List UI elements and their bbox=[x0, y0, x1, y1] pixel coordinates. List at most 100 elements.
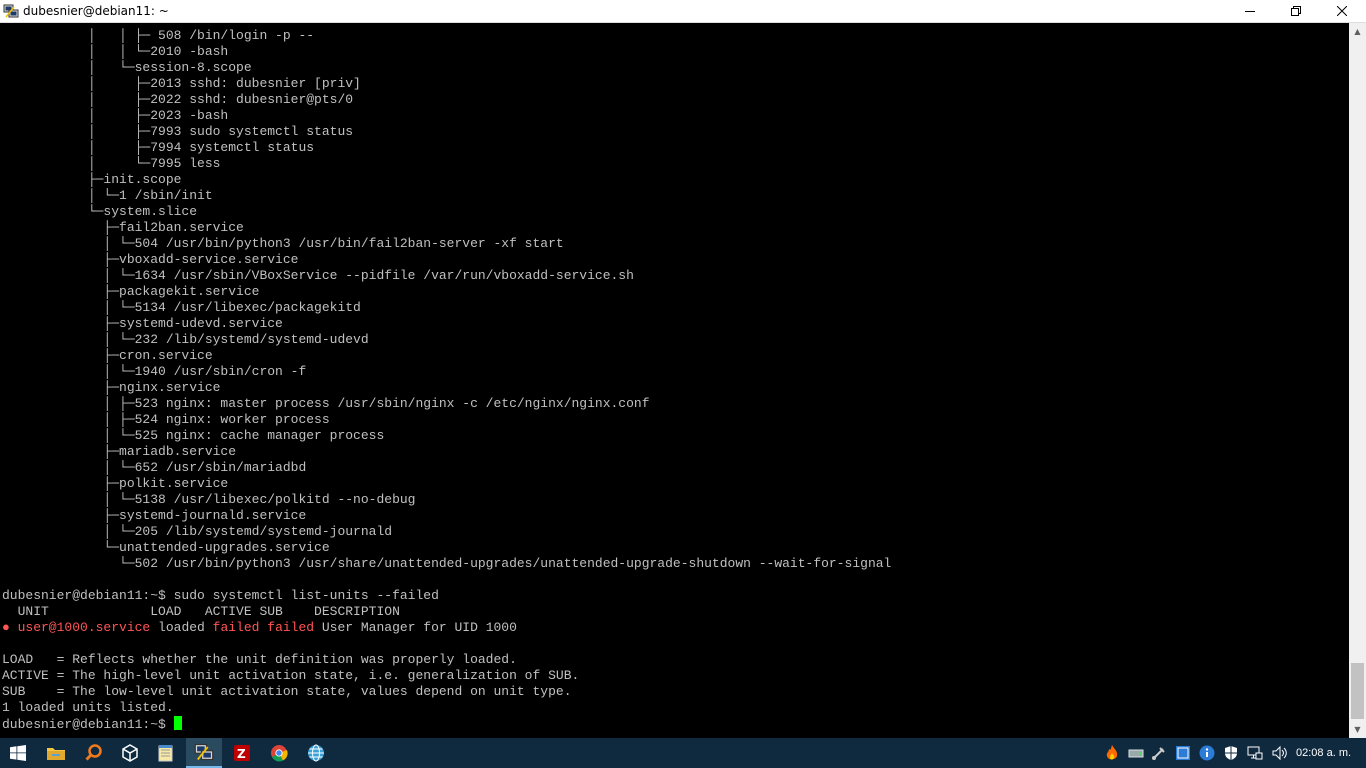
terminal-text: │ ├─7994 systemctl status bbox=[2, 140, 315, 155]
tray-usb-icon[interactable] bbox=[1151, 745, 1167, 761]
minimize-icon bbox=[1245, 11, 1255, 12]
terminal-line: dubesnier@debian11:~$ bbox=[2, 716, 891, 732]
terminal-text: │ └─5138 /usr/libexec/polkitd --no-debug bbox=[2, 492, 416, 507]
start-button[interactable] bbox=[0, 738, 36, 768]
tray-flame-icon[interactable] bbox=[1104, 745, 1120, 761]
svg-text:Z: Z bbox=[237, 747, 246, 761]
terminal-text: │ └─1634 /usr/sbin/VBoxService --pidfile… bbox=[2, 268, 634, 283]
terminal-text: │ ├─523 nginx: master process /usr/sbin/… bbox=[2, 396, 650, 411]
terminal-line: │ │ └─2010 -bash bbox=[2, 44, 891, 60]
close-button[interactable] bbox=[1319, 0, 1365, 22]
terminal-line: 1 loaded units listed. bbox=[2, 700, 891, 716]
terminal-text: LOAD = Reflects whether the unit definit… bbox=[2, 652, 517, 667]
terminal-line: │ └─5138 /usr/libexec/polkitd --no-debug bbox=[2, 492, 891, 508]
terminal-line: │ ├─2013 sshd: dubesnier [priv] bbox=[2, 76, 891, 92]
terminal-text: ● user@1000.service bbox=[2, 620, 151, 635]
filezilla-icon: Z bbox=[234, 745, 250, 761]
close-icon bbox=[1337, 6, 1347, 16]
terminal-line: │ └─7995 less bbox=[2, 156, 891, 172]
terminal-text: │ └─1 /sbin/init bbox=[2, 188, 213, 203]
terminal-line: LOAD = Reflects whether the unit definit… bbox=[2, 652, 891, 668]
terminal-text: │ └─205 /lib/systemd/systemd-journald bbox=[2, 524, 393, 539]
terminal-line: ACTIVE = The high-level unit activation … bbox=[2, 668, 891, 684]
taskbar-file-explorer[interactable] bbox=[38, 738, 74, 768]
globe-icon bbox=[308, 744, 324, 762]
putty-app-icon[interactable] bbox=[3, 3, 19, 19]
terminal-line: │ ├─2022 sshd: dubesnier@pts/0 bbox=[2, 92, 891, 108]
terminal-line: ├─cron.service bbox=[2, 348, 891, 364]
terminal-line: │ ├─7993 sudo systemctl status bbox=[2, 124, 891, 140]
taskbar-virtualbox[interactable] bbox=[112, 738, 148, 768]
terminal-line: dubesnier@debian11:~$ sudo systemctl lis… bbox=[2, 588, 891, 604]
taskbar-notepad[interactable] bbox=[148, 738, 184, 768]
windows-logo-icon bbox=[10, 745, 26, 761]
taskbar-putty-active[interactable] bbox=[186, 738, 222, 768]
terminal-text: loaded bbox=[150, 620, 213, 635]
terminal-line: └─system.slice bbox=[2, 204, 891, 220]
restore-icon bbox=[1291, 6, 1301, 16]
terminal-line: ├─vboxadd-service.service bbox=[2, 252, 891, 268]
taskbar-search[interactable] bbox=[76, 738, 112, 768]
scroll-down-arrow-icon[interactable]: ▼ bbox=[1349, 721, 1366, 738]
terminal-text: │ │ ├─ 508 /bin/login -p -- bbox=[2, 28, 315, 43]
virtualbox-icon bbox=[122, 744, 138, 762]
terminal-line: ├─polkit.service bbox=[2, 476, 891, 492]
taskbar-chrome[interactable] bbox=[261, 738, 297, 768]
terminal-text: ├─nginx.service bbox=[2, 380, 221, 395]
scrollbar-thumb[interactable] bbox=[1351, 663, 1364, 719]
taskbar-filezilla[interactable]: Z bbox=[224, 738, 260, 768]
terminal-text: │ └─232 /lib/systemd/systemd-udevd bbox=[2, 332, 369, 347]
terminal-text: 1 loaded units listed. bbox=[2, 700, 174, 715]
terminal-line: │ ├─524 nginx: worker process bbox=[2, 412, 891, 428]
taskbar-network-app[interactable] bbox=[298, 738, 334, 768]
terminal-text: ACTIVE = The high-level unit activation … bbox=[2, 668, 580, 683]
terminal-text: │ └─session-8.scope bbox=[2, 60, 252, 75]
terminal-line: └─502 /usr/bin/python3 /usr/share/unatte… bbox=[2, 556, 891, 572]
tray-shield-icon[interactable] bbox=[1223, 745, 1239, 761]
terminal-text: └─502 /usr/bin/python3 /usr/share/unatte… bbox=[2, 556, 892, 571]
tray-info-icon[interactable] bbox=[1199, 745, 1215, 761]
scroll-up-arrow-icon[interactable]: ▲ bbox=[1349, 23, 1366, 40]
terminal-line: ├─systemd-journald.service bbox=[2, 508, 891, 524]
terminal-line: │ └─652 /usr/sbin/mariadbd bbox=[2, 460, 891, 476]
terminal-output: │ │ ├─ 508 /bin/login -p -- │ │ └─2010 -… bbox=[2, 28, 891, 732]
tray-drive-icon[interactable] bbox=[1128, 745, 1144, 761]
window-title: dubesnier@debian11: ~ bbox=[23, 4, 169, 18]
tray-network-icon[interactable] bbox=[1247, 745, 1263, 761]
terminal-line: └─unattended-upgrades.service bbox=[2, 540, 891, 556]
terminal-line: │ │ ├─ 508 /bin/login -p -- bbox=[2, 28, 891, 44]
terminal-text: ├─polkit.service bbox=[2, 476, 229, 491]
terminal-line: UNIT LOAD ACTIVE SUB DESCRIPTION bbox=[2, 604, 891, 620]
terminal-text: └─unattended-upgrades.service bbox=[2, 540, 330, 555]
terminal-text: User Manager for UID 1000 bbox=[314, 620, 517, 635]
tray-volume-icon[interactable] bbox=[1271, 745, 1287, 761]
tray-virtualbox-icon[interactable] bbox=[1175, 745, 1191, 761]
terminal-text: │ ├─2023 -bash bbox=[2, 108, 229, 123]
terminal-line: ● user@1000.service loaded failed failed… bbox=[2, 620, 891, 636]
terminal-text: ├─packagekit.service bbox=[2, 284, 260, 299]
terminal-text: ├─init.scope bbox=[2, 172, 182, 187]
minimize-button[interactable] bbox=[1227, 0, 1273, 22]
terminal-text: │ └─7995 less bbox=[2, 156, 221, 171]
restore-button[interactable] bbox=[1273, 0, 1319, 22]
terminal-area[interactable]: │ │ ├─ 508 /bin/login -p -- │ │ └─2010 -… bbox=[0, 23, 1349, 738]
terminal-line: │ └─525 nginx: cache manager process bbox=[2, 428, 891, 444]
terminal-text: │ └─5134 /usr/libexec/packagekitd bbox=[2, 300, 361, 315]
taskbar: Z 02:08 a. m. bbox=[0, 738, 1366, 768]
terminal-line: │ └─5134 /usr/libexec/packagekitd bbox=[2, 300, 891, 316]
terminal-line: ├─fail2ban.service bbox=[2, 220, 891, 236]
title-bar[interactable]: dubesnier@debian11: ~ bbox=[0, 0, 1366, 23]
terminal-text: │ ├─2013 sshd: dubesnier [priv] bbox=[2, 76, 361, 91]
terminal-text: dubesnier@debian11:~$ sudo systemctl lis… bbox=[2, 588, 439, 603]
terminal-text: ├─cron.service bbox=[2, 348, 213, 363]
terminal-line: │ └─504 /usr/bin/python3 /usr/bin/fail2b… bbox=[2, 236, 891, 252]
terminal-line: ├─mariadb.service bbox=[2, 444, 891, 460]
terminal-line: ├─packagekit.service bbox=[2, 284, 891, 300]
taskbar-clock[interactable]: 02:08 a. m. bbox=[1296, 745, 1351, 761]
terminal-line: │ ├─7994 systemctl status bbox=[2, 140, 891, 156]
terminal-text: │ │ └─2010 -bash bbox=[2, 44, 229, 59]
terminal-scrollbar[interactable]: ▲ ▼ bbox=[1349, 23, 1366, 738]
terminal-text: failed failed bbox=[212, 620, 315, 635]
terminal-line: │ ├─523 nginx: master process /usr/sbin/… bbox=[2, 396, 891, 412]
terminal-line: │ └─232 /lib/systemd/systemd-udevd bbox=[2, 332, 891, 348]
